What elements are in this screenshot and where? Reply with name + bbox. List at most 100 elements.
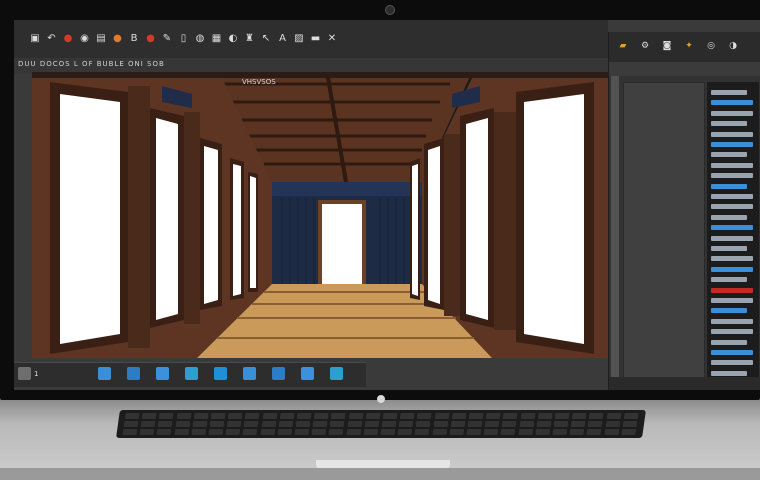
light-icon[interactable]: ✦ xyxy=(683,40,695,52)
keyboard-key xyxy=(261,421,277,427)
properties-panel: ▰ ⚙ ◙ ✦ ◎ ◑ xyxy=(608,32,760,390)
keyboard-key xyxy=(328,429,344,435)
lock-icon[interactable]: ▦ xyxy=(210,30,224,46)
select-icon[interactable]: ◉ xyxy=(78,30,92,46)
layer-row[interactable] xyxy=(711,360,753,366)
taskbar-app-icon[interactable] xyxy=(127,367,140,380)
file-icon[interactable]: ▤ xyxy=(94,30,108,46)
webcam-icon xyxy=(385,5,395,15)
layer-row[interactable] xyxy=(711,266,753,272)
layer-row[interactable] xyxy=(711,246,747,251)
layer-row[interactable] xyxy=(711,287,753,293)
layer-row[interactable] xyxy=(711,90,747,95)
cursor-icon[interactable]: ↖ xyxy=(259,30,273,46)
bold-icon[interactable]: B xyxy=(127,30,141,46)
taskbar-app-icon[interactable] xyxy=(214,367,227,380)
layer-row[interactable] xyxy=(711,152,747,158)
layer-row[interactable] xyxy=(711,298,753,303)
3d-viewport[interactable]: VHSVSOS xyxy=(32,72,612,358)
globe-icon[interactable]: ◎ xyxy=(705,40,717,52)
image-icon[interactable]: ▨ xyxy=(292,30,306,46)
keyboard-key xyxy=(554,413,570,419)
sphere-icon[interactable]: ◍ xyxy=(193,30,207,46)
keyboard-key xyxy=(500,429,516,435)
bucket-icon[interactable]: ♜ xyxy=(243,30,257,46)
keyboard-key xyxy=(296,413,312,419)
tool-icon[interactable]: ✎ xyxy=(160,30,174,46)
taskbar-app-icon[interactable] xyxy=(243,367,256,380)
keyboard-key xyxy=(262,413,278,419)
keyboard-key xyxy=(348,413,364,419)
layer-row[interactable] xyxy=(711,329,753,335)
keyboard-key xyxy=(520,413,536,419)
start-icon[interactable] xyxy=(18,367,31,380)
layer-row[interactable] xyxy=(711,225,753,231)
undo-icon[interactable]: ↶ xyxy=(45,30,59,46)
gear-icon[interactable]: ⚙ xyxy=(639,40,651,52)
panel-scrollbar[interactable] xyxy=(611,76,619,382)
layer-row[interactable] xyxy=(711,256,753,262)
keyboard-key xyxy=(397,429,413,435)
layer-row[interactable] xyxy=(711,110,753,116)
layer-row[interactable] xyxy=(711,235,753,241)
layer-row[interactable] xyxy=(711,204,753,210)
layer-row[interactable] xyxy=(711,131,753,137)
taskbar-app-icon[interactable] xyxy=(156,367,169,380)
layer-row[interactable] xyxy=(711,142,753,147)
keyboard-key xyxy=(414,429,430,435)
layer-row[interactable] xyxy=(711,194,753,199)
laptop-lid: ▣ ↶ ● ◉ ▤ ● B ● ✎ ▯ ◍ ▦ ◐ ♜ ↖ A ▨ ▬ ✕ DUU DOCOS L OF BUBLE… xyxy=(0,0,760,402)
keyboard-key xyxy=(415,421,431,427)
layer-row[interactable] xyxy=(711,183,747,189)
taskbar-app-icon[interactable] xyxy=(301,367,314,380)
close-icon[interactable]: ✕ xyxy=(325,30,339,46)
layer-row[interactable] xyxy=(711,339,747,345)
save-icon[interactable]: ▣ xyxy=(28,30,42,46)
layer-row[interactable] xyxy=(711,162,753,168)
keyboard-key xyxy=(399,413,415,419)
keyboard-key xyxy=(380,429,396,435)
layer-row[interactable] xyxy=(711,370,747,376)
keyboard-key xyxy=(398,421,414,427)
palette-icon[interactable]: ◑ xyxy=(727,40,739,52)
layer-row[interactable] xyxy=(711,173,753,179)
layer-row[interactable] xyxy=(711,100,753,106)
keyboard-key xyxy=(140,421,156,427)
brush-icon[interactable]: ▬ xyxy=(309,30,323,46)
folder-icon[interactable]: ▰ xyxy=(617,40,629,52)
keyboard-key xyxy=(535,429,551,435)
back-door-light xyxy=(322,204,362,284)
keyboard-key xyxy=(363,429,379,435)
keyboard-key xyxy=(434,413,450,419)
layer-row[interactable] xyxy=(711,214,747,220)
layer-row[interactable] xyxy=(711,308,747,314)
taskbar-app-icon[interactable] xyxy=(185,367,198,380)
top-band xyxy=(32,72,612,78)
object-icon[interactable]: ● xyxy=(111,30,125,46)
render-icon[interactable]: ◐ xyxy=(226,30,240,46)
layer-row[interactable] xyxy=(711,277,747,283)
keyboard-key xyxy=(192,421,208,427)
keyboard-key xyxy=(210,413,226,419)
layer-row[interactable] xyxy=(711,121,747,127)
panel-status-bar xyxy=(609,377,760,390)
record-icon[interactable]: ● xyxy=(144,30,158,46)
keyboard-key xyxy=(175,421,191,427)
layer-list[interactable] xyxy=(707,82,759,382)
taskbar-app-icon[interactable] xyxy=(330,367,343,380)
stop-icon[interactable]: ● xyxy=(61,30,75,46)
layer-row[interactable] xyxy=(711,350,753,355)
document-icon[interactable]: ▯ xyxy=(177,30,191,46)
keyboard-key xyxy=(468,413,484,419)
keyboard-key xyxy=(279,413,295,419)
taskbar-app-icon[interactable] xyxy=(98,367,111,380)
keyboard-key xyxy=(537,413,553,419)
layer-row[interactable] xyxy=(711,318,753,324)
camera-icon[interactable]: ◙ xyxy=(661,40,673,52)
text-icon[interactable]: A xyxy=(276,30,290,46)
keyboard-key xyxy=(569,429,585,435)
keyboard-key xyxy=(311,429,327,435)
taskbar-app-icon[interactable] xyxy=(272,367,285,380)
keyboard-key xyxy=(347,421,363,427)
keyboard-key xyxy=(621,429,637,435)
